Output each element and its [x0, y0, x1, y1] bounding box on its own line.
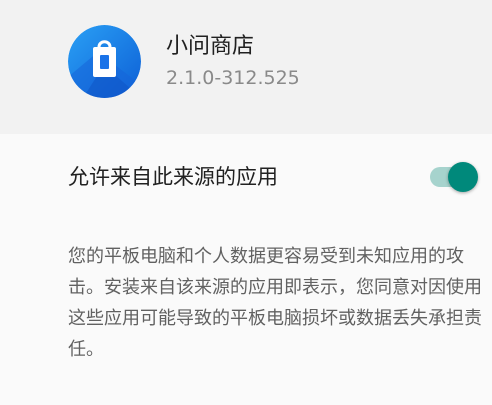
install-unknown-apps-screen: 小问商店 2.1.0-312.525 允许来自此来源的应用 您的平板电脑和个人数…	[0, 0, 492, 405]
app-name: 小问商店	[166, 34, 255, 59]
shopping-bag-icon	[68, 25, 141, 98]
toggle-thumb	[448, 162, 478, 192]
setting-label: 允许来自此来源的应用	[68, 165, 278, 189]
allow-from-source-setting[interactable]: 允许来自此来源的应用	[0, 134, 492, 220]
security-warning-text: 您的平板电脑和个人数据更容易受到未知应用的攻击。安装来自该来源的应用即表示，您同…	[68, 246, 482, 360]
app-version: 2.1.0-312.525	[166, 67, 300, 89]
allow-from-source-toggle[interactable]	[428, 161, 480, 193]
app-header: 小问商店 2.1.0-312.525	[0, 0, 492, 134]
